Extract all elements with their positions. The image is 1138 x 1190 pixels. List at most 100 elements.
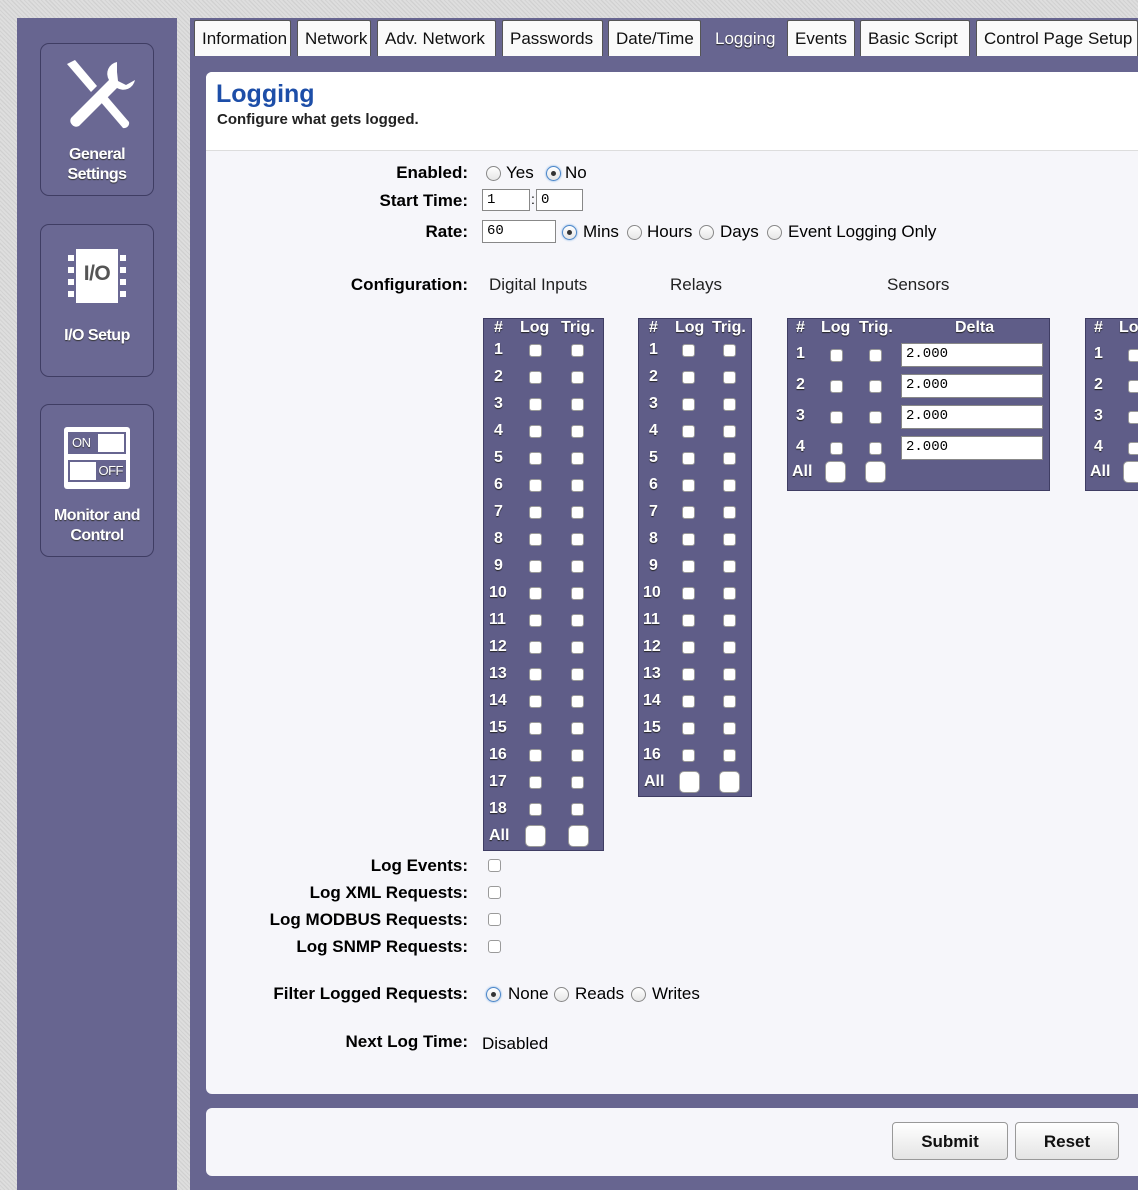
fourth-log-checkbox[interactable] xyxy=(1128,349,1138,362)
di-trig-all-checkbox[interactable] xyxy=(568,825,589,847)
rate-mins-radio[interactable] xyxy=(562,225,577,240)
enabled-no-radio[interactable] xyxy=(546,166,561,181)
di-trig-checkbox[interactable] xyxy=(571,722,584,735)
fourth-log-checkbox[interactable] xyxy=(1128,442,1138,455)
di-log-checkbox[interactable] xyxy=(529,587,542,600)
relay-trig-checkbox[interactable] xyxy=(723,398,736,411)
di-trig-checkbox[interactable] xyxy=(571,749,584,762)
relay-log-checkbox[interactable] xyxy=(682,722,695,735)
relay-trig-checkbox[interactable] xyxy=(723,344,736,357)
relay-log-checkbox[interactable] xyxy=(682,749,695,762)
sensor-trig-checkbox[interactable] xyxy=(869,349,882,362)
tab-date-time[interactable]: Date/Time xyxy=(608,20,701,56)
relay-log-checkbox[interactable] xyxy=(682,641,695,654)
di-trig-checkbox[interactable] xyxy=(571,695,584,708)
di-trig-checkbox[interactable] xyxy=(571,479,584,492)
di-log-checkbox[interactable] xyxy=(529,425,542,438)
start-minute-input[interactable]: 0 xyxy=(536,189,583,211)
relay-log-checkbox[interactable] xyxy=(682,398,695,411)
sensor-trig-all-checkbox[interactable] xyxy=(865,461,886,483)
filter-writes-radio[interactable] xyxy=(631,987,646,1002)
di-log-checkbox[interactable] xyxy=(529,371,542,384)
tab-adv-network[interactable]: Adv. Network xyxy=(377,20,496,56)
di-log-checkbox[interactable] xyxy=(529,803,542,816)
nav-io-setup[interactable]: I/O I/O Setup xyxy=(40,224,154,377)
di-log-checkbox[interactable] xyxy=(529,641,542,654)
relay-trig-checkbox[interactable] xyxy=(723,641,736,654)
di-trig-checkbox[interactable] xyxy=(571,614,584,627)
filter-none-radio[interactable] xyxy=(486,987,501,1002)
di-trig-checkbox[interactable] xyxy=(571,533,584,546)
relay-log-checkbox[interactable] xyxy=(682,425,695,438)
relay-log-checkbox[interactable] xyxy=(682,668,695,681)
reset-button[interactable]: Reset xyxy=(1015,1122,1119,1160)
di-trig-checkbox[interactable] xyxy=(571,425,584,438)
log-modbus-checkbox[interactable] xyxy=(488,913,501,926)
relay-trig-checkbox[interactable] xyxy=(723,695,736,708)
di-log-checkbox[interactable] xyxy=(529,749,542,762)
di-log-checkbox[interactable] xyxy=(529,344,542,357)
fourth-log-all-checkbox[interactable] xyxy=(1123,461,1138,483)
di-log-checkbox[interactable] xyxy=(529,695,542,708)
relay-trig-checkbox[interactable] xyxy=(723,560,736,573)
relay-trig-checkbox[interactable] xyxy=(723,506,736,519)
relay-log-checkbox[interactable] xyxy=(682,695,695,708)
log-xml-checkbox[interactable] xyxy=(488,886,501,899)
sensor-log-checkbox[interactable] xyxy=(830,380,843,393)
fourth-log-checkbox[interactable] xyxy=(1128,380,1138,393)
relay-log-checkbox[interactable] xyxy=(682,452,695,465)
relay-trig-checkbox[interactable] xyxy=(723,722,736,735)
log-snmp-checkbox[interactable] xyxy=(488,940,501,953)
relay-trig-checkbox[interactable] xyxy=(723,452,736,465)
relay-log-checkbox[interactable] xyxy=(682,587,695,600)
nav-monitor-control[interactable]: ON OFF Monitor and Control xyxy=(40,404,154,557)
sensor-log-checkbox[interactable] xyxy=(830,442,843,455)
rate-event-only-radio[interactable] xyxy=(767,225,782,240)
submit-button[interactable]: Submit xyxy=(892,1122,1008,1160)
relay-trig-checkbox[interactable] xyxy=(723,614,736,627)
relay-log-checkbox[interactable] xyxy=(682,533,695,546)
relay-trig-checkbox[interactable] xyxy=(723,479,736,492)
di-trig-checkbox[interactable] xyxy=(571,641,584,654)
relay-log-checkbox[interactable] xyxy=(682,560,695,573)
di-trig-checkbox[interactable] xyxy=(571,587,584,600)
relay-log-checkbox[interactable] xyxy=(682,479,695,492)
sensor-log-checkbox[interactable] xyxy=(830,349,843,362)
tab-control-page-setup[interactable]: Control Page Setup xyxy=(976,20,1138,56)
sensor-delta-input[interactable]: 2.000 xyxy=(901,436,1043,460)
tab-network[interactable]: Network xyxy=(297,20,371,56)
start-hour-input[interactable]: 1 xyxy=(482,189,530,211)
di-log-checkbox[interactable] xyxy=(529,479,542,492)
rate-days-radio[interactable] xyxy=(699,225,714,240)
tab-information[interactable]: Information xyxy=(194,20,291,56)
sensor-trig-checkbox[interactable] xyxy=(869,442,882,455)
di-log-checkbox[interactable] xyxy=(529,533,542,546)
di-trig-checkbox[interactable] xyxy=(571,803,584,816)
di-log-checkbox[interactable] xyxy=(529,668,542,681)
sensor-trig-checkbox[interactable] xyxy=(869,411,882,424)
di-trig-checkbox[interactable] xyxy=(571,776,584,789)
nav-general-settings[interactable]: General Settings xyxy=(40,43,154,196)
fourth-log-checkbox[interactable] xyxy=(1128,411,1138,424)
relay-trig-checkbox[interactable] xyxy=(723,425,736,438)
filter-reads-radio[interactable] xyxy=(554,987,569,1002)
di-log-checkbox[interactable] xyxy=(529,452,542,465)
relay-log-checkbox[interactable] xyxy=(682,344,695,357)
di-trig-checkbox[interactable] xyxy=(571,668,584,681)
di-log-checkbox[interactable] xyxy=(529,776,542,789)
relay-log-checkbox[interactable] xyxy=(682,506,695,519)
di-log-checkbox[interactable] xyxy=(529,398,542,411)
di-trig-checkbox[interactable] xyxy=(571,344,584,357)
sensor-delta-input[interactable]: 2.000 xyxy=(901,405,1043,429)
di-trig-checkbox[interactable] xyxy=(571,452,584,465)
sensor-delta-input[interactable]: 2.000 xyxy=(901,343,1043,367)
relay-trig-checkbox[interactable] xyxy=(723,371,736,384)
di-trig-checkbox[interactable] xyxy=(571,506,584,519)
sensor-trig-checkbox[interactable] xyxy=(869,380,882,393)
log-events-checkbox[interactable] xyxy=(488,859,501,872)
sensor-log-all-checkbox[interactable] xyxy=(825,461,846,483)
di-log-checkbox[interactable] xyxy=(529,614,542,627)
di-trig-checkbox[interactable] xyxy=(571,398,584,411)
rate-input[interactable]: 60 xyxy=(482,220,556,243)
di-log-checkbox[interactable] xyxy=(529,506,542,519)
